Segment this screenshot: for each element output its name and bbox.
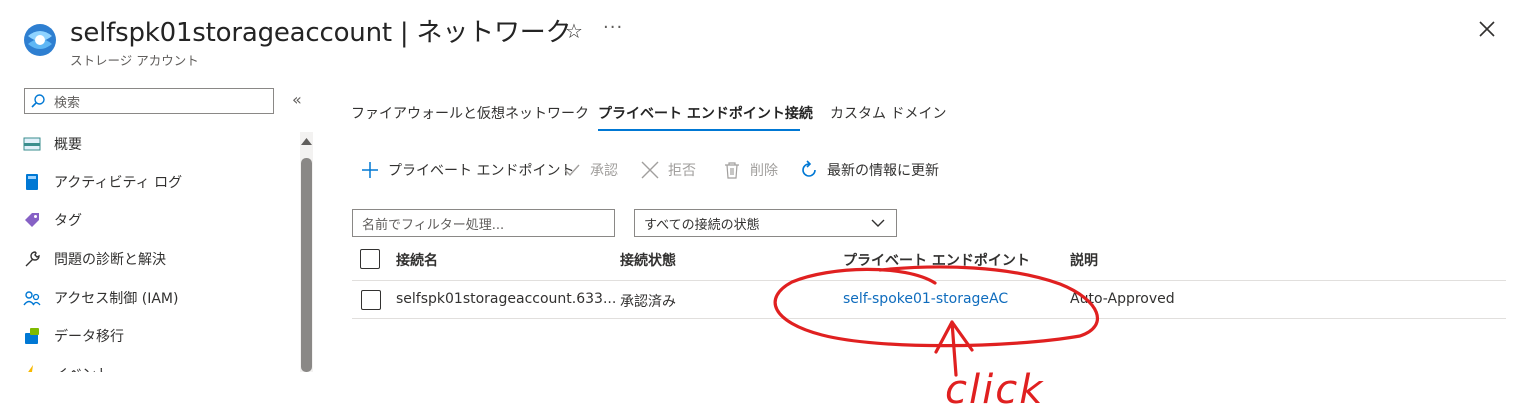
sidebar-scroll-thumb[interactable] [301,158,312,372]
column-header-connection-status[interactable]: 接続状態 [620,250,676,270]
tab-private-endpoint-connections[interactable]: プライベート エンドポイント接続 [598,103,813,123]
table-header-divider [352,280,1506,281]
annotation-arrow [934,320,974,377]
tab-firewall[interactable]: ファイアウォールと仮想ネットワーク [351,103,589,123]
sidebar-item-label: アクティビティ ログ [54,175,183,191]
tag-icon [25,213,39,227]
approve-label: 承認 [590,163,618,179]
storage-account-icon [24,24,56,56]
x-icon [641,161,659,179]
private-endpoint-link[interactable]: self-spoke01-storageAC [843,291,1008,307]
sidebar-item-data-migration[interactable]: データ移行 [22,321,292,351]
people-icon [23,291,41,306]
column-header-private-endpoint[interactable]: プライベート エンドポイント [843,250,1030,270]
scroll-up-icon[interactable] [300,135,313,147]
row-connection-name: selfspk01storageaccount.633... [396,291,617,307]
name-filter-placeholder: 名前でフィルター処理... [362,218,505,233]
delete-label: 削除 [750,163,778,179]
sidebar-item-label: データ移行 [54,329,124,345]
select-all-checkbox[interactable] [360,249,380,269]
close-icon[interactable] [1476,18,1498,40]
tab-custom-domain[interactable]: カスタム ドメイン [830,103,946,123]
plus-icon [362,162,378,178]
favorite-star-icon[interactable]: ☆ [565,19,583,43]
sidebar-item-label: アクセス制御 (IAM) [54,291,179,307]
sidebar-item-activity-log[interactable]: アクティビティ ログ [22,167,292,197]
delete-button[interactable]: 削除 [722,158,778,182]
data-migration-icon [25,328,39,344]
collapse-sidebar-icon[interactable]: « [292,90,302,109]
column-header-connection-name[interactable]: 接続名 [396,250,438,270]
column-header-description[interactable]: 説明 [1070,250,1098,270]
active-tab-indicator [598,129,800,131]
row-checkbox[interactable] [361,290,381,310]
wrench-icon [25,251,40,267]
refresh-button[interactable]: 最新の情報に更新 [799,158,939,182]
search-icon [31,94,45,108]
sidebar-item-overview[interactable]: 概要 [22,129,292,159]
trash-icon [725,162,739,179]
refresh-label: 最新の情報に更新 [827,163,939,179]
annotation-text: click [945,367,1044,408]
approve-button[interactable]: 承認 [562,158,618,182]
table-row-divider [352,318,1506,319]
reject-button[interactable]: 拒否 [640,158,696,182]
sidebar-item-label: 問題の診断と解決 [54,252,166,268]
sidebar-item-tags[interactable]: タグ [22,205,292,235]
refresh-icon [802,160,816,177]
sidebar-item-label: 概要 [54,137,82,153]
sidebar-search-placeholder: 検索 [54,96,81,111]
connection-status-selected: すべての接続の状態 [644,218,760,233]
more-options-icon[interactable]: ··· [603,17,623,38]
overview-icon [23,137,41,151]
row-connection-status: 承認済み [620,294,676,310]
reject-label: 拒否 [668,163,696,179]
add-private-endpoint-button[interactable]: プライベート エンドポイント [360,158,574,182]
page-subtitle: ストレージ アカウント [70,53,199,68]
checkmark-icon [564,164,580,177]
sidebar-item-iam[interactable]: アクセス制御 (IAM) [22,283,292,313]
chevron-down-icon [871,219,885,227]
sidebar-clip [0,372,320,408]
add-private-endpoint-label: プライベート エンドポイント [388,163,575,179]
sidebar-item-diagnose[interactable]: 問題の診断と解決 [22,244,292,274]
row-description: Auto-Approved [1070,291,1175,307]
activity-log-icon [26,174,38,190]
sidebar-item-label: タグ [54,213,82,229]
page-title: selfspk01storageaccount | ネットワーク [70,18,572,48]
